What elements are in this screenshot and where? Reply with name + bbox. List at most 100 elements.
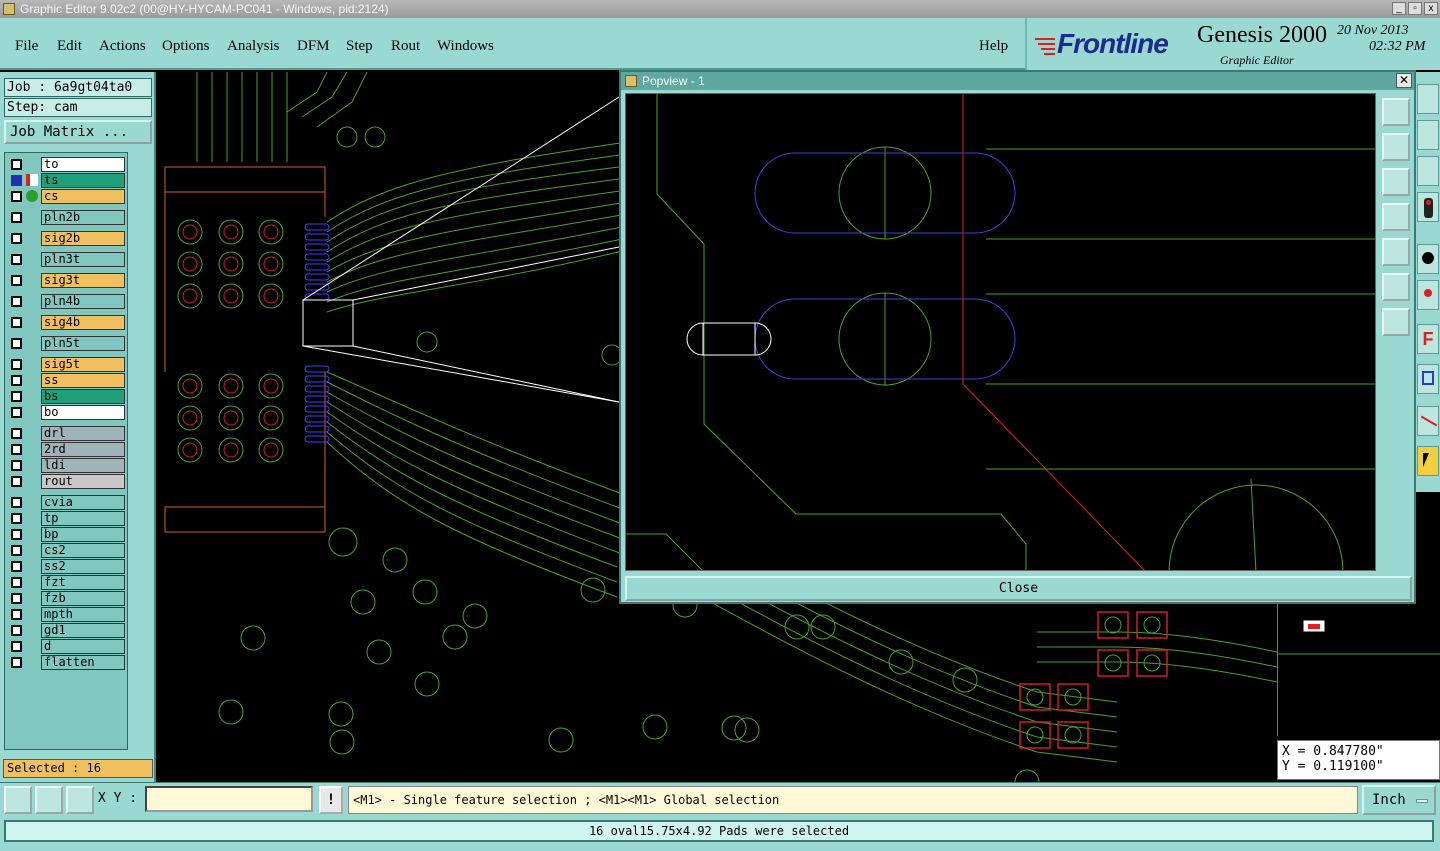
layer-name[interactable]: ss	[41, 373, 125, 388]
layer-row-mpth[interactable]: mpth	[7, 607, 127, 622]
layer-name[interactable]: pln3t	[41, 252, 125, 267]
popview-close-icon[interactable]: ✕	[1396, 73, 1412, 88]
layer-row-sig2b[interactable]: sig2b	[7, 231, 127, 246]
layer-row-pln4b[interactable]: pln4b	[7, 294, 127, 309]
tool-blue-shape-icon[interactable]	[1417, 364, 1439, 394]
layer-checkbox[interactable]	[11, 609, 22, 620]
layer-checkbox[interactable]	[11, 375, 22, 386]
layer-checkbox[interactable]	[11, 159, 22, 170]
layer-checkbox[interactable]	[11, 407, 22, 418]
layer-row-pln2b[interactable]: pln2b	[7, 210, 127, 225]
layer-checkbox[interactable]	[11, 641, 22, 652]
layer-checkbox[interactable]	[11, 561, 22, 572]
layer-name[interactable]: drl	[41, 426, 125, 441]
layer-row-drl[interactable]: drl	[7, 426, 127, 441]
layer-checkbox[interactable]	[11, 338, 22, 349]
layer-name[interactable]: pln2b	[41, 210, 125, 225]
layer-name[interactable]: sig4b	[41, 315, 125, 330]
menu-options[interactable]: Options	[162, 38, 210, 55]
popview-titlebar[interactable]: Popview - 1 ✕	[621, 72, 1414, 90]
layer-checkbox[interactable]	[11, 359, 22, 370]
job-matrix-button[interactable]: Job Matrix ...	[4, 120, 152, 144]
menu-edit[interactable]: Edit	[57, 38, 82, 55]
tool-display-icon[interactable]	[1417, 156, 1439, 186]
layer-row-gd1[interactable]: gd1	[7, 623, 127, 638]
layer-row-sig5t[interactable]: sig5t	[7, 357, 127, 372]
layer-name[interactable]: sig3t	[41, 273, 125, 288]
layer-row-ss2[interactable]: ss2	[7, 559, 127, 574]
popview-pan-left-icon[interactable]	[1382, 203, 1410, 231]
units-selector[interactable]: Inch	[1362, 785, 1436, 815]
layer-row-to[interactable]: to	[7, 157, 127, 172]
layer-checkbox[interactable]	[11, 212, 22, 223]
layer-row-cs[interactable]: cs	[7, 189, 127, 204]
layer-name[interactable]: sig2b	[41, 231, 125, 246]
layer-name[interactable]: ss2	[41, 559, 125, 574]
layer-checkbox[interactable]	[11, 296, 22, 307]
popview-zoom-out-icon[interactable]	[1382, 273, 1410, 301]
popview-zoom-home-icon[interactable]	[1382, 133, 1410, 161]
layer-name[interactable]: cs	[41, 189, 125, 204]
layer-name[interactable]: 2rd	[41, 442, 125, 457]
measure-icon[interactable]	[35, 786, 63, 814]
layer-name[interactable]: d	[41, 639, 125, 654]
popview-zoom-in-icon[interactable]	[1382, 308, 1410, 336]
tool-traffic-light-icon[interactable]	[1417, 192, 1439, 222]
menu-step[interactable]: Step	[346, 38, 373, 55]
menu-analysis[interactable]: Analysis	[227, 38, 280, 55]
layer-row-fzt[interactable]: fzt	[7, 575, 127, 590]
menu-rout[interactable]: Rout	[391, 38, 420, 55]
overview-panel[interactable]	[1277, 604, 1440, 736]
menu-windows[interactable]: Windows	[437, 38, 494, 55]
tool-f-icon[interactable]: F	[1417, 324, 1439, 354]
layer-row-rout[interactable]: rout	[7, 474, 127, 489]
layer-name[interactable]: pln5t	[41, 336, 125, 351]
tool-pointer-icon[interactable]	[1417, 446, 1439, 476]
layer-checkbox[interactable]	[11, 391, 22, 402]
grid-icon[interactable]	[66, 786, 94, 814]
layer-checkbox[interactable]	[11, 175, 22, 186]
layer-name[interactable]: fzb	[41, 591, 125, 606]
layer-name[interactable]: fzt	[41, 575, 125, 590]
layer-row-sig4b[interactable]: sig4b	[7, 315, 127, 330]
layer-row-bs[interactable]: bs	[7, 389, 127, 404]
layer-checkbox[interactable]	[11, 317, 22, 328]
layer-row-pln3t[interactable]: pln3t	[7, 252, 127, 267]
layer-row-ldi[interactable]: ldi	[7, 458, 127, 473]
layer-checkbox[interactable]	[11, 577, 22, 588]
layer-row-bp[interactable]: bp	[7, 527, 127, 542]
tool-red-line-icon[interactable]	[1417, 406, 1439, 436]
layer-checkbox[interactable]	[11, 275, 22, 286]
layer-checkbox[interactable]	[11, 497, 22, 508]
layer-name[interactable]: rout	[41, 474, 125, 489]
layer-checkbox[interactable]	[11, 460, 22, 471]
tool-black-dot-icon[interactable]	[1417, 244, 1439, 274]
menu-dfm[interactable]: DFM	[297, 38, 330, 55]
layer-name[interactable]: bs	[41, 389, 125, 404]
layer-name[interactable]: ldi	[41, 458, 125, 473]
tool-grid-icon[interactable]	[1417, 120, 1439, 150]
layer-row-tp[interactable]: tp	[7, 511, 127, 526]
exclaim-button[interactable]: !	[319, 786, 343, 814]
menu-actions[interactable]: Actions	[99, 38, 146, 55]
window-close-button[interactable]: x	[1424, 2, 1438, 15]
layer-checkbox[interactable]	[11, 625, 22, 636]
popview-close-button[interactable]: Close	[625, 576, 1412, 601]
layer-row-cs2[interactable]: cs2	[7, 543, 127, 558]
layer-name[interactable]: tp	[41, 511, 125, 526]
layer-checkbox[interactable]	[11, 191, 22, 202]
layer-checkbox[interactable]	[11, 513, 22, 524]
popview-window-icon[interactable]	[1382, 98, 1410, 126]
layer-name[interactable]: flatten	[41, 655, 125, 670]
menu-help[interactable]: Help	[979, 38, 1008, 55]
layer-name[interactable]: pln4b	[41, 294, 125, 309]
layer-row-d[interactable]: d	[7, 639, 127, 654]
layer-checkbox[interactable]	[11, 529, 22, 540]
layer-row-cvia[interactable]: cvia	[7, 495, 127, 510]
layer-checkbox[interactable]	[11, 254, 22, 265]
layer-name[interactable]: bo	[41, 405, 125, 420]
tool-red-dot-icon[interactable]	[1417, 280, 1439, 310]
layer-checkbox[interactable]	[11, 657, 22, 668]
layer-checkbox[interactable]	[11, 233, 22, 244]
layer-checkbox[interactable]	[11, 593, 22, 604]
